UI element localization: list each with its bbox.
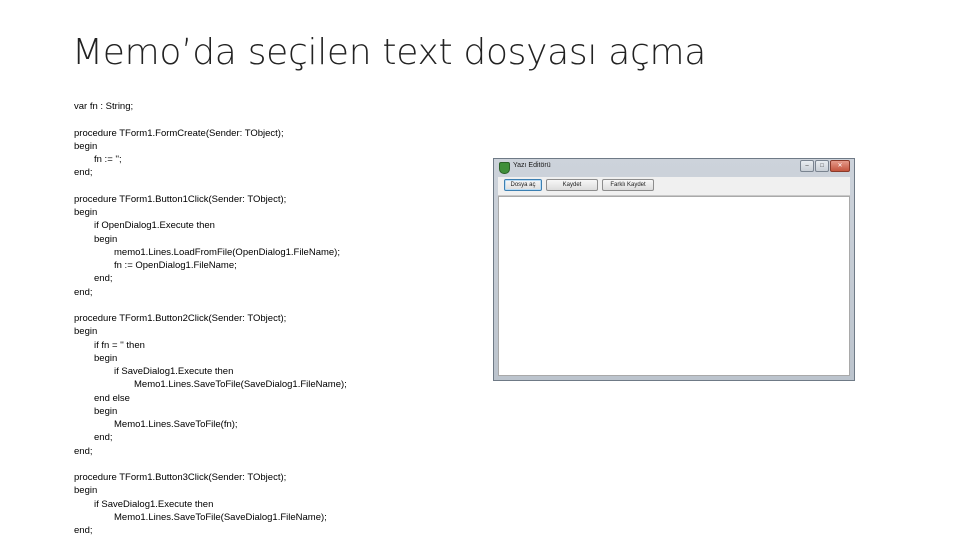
code-line: end; [74, 167, 93, 179]
code-line: end; [74, 286, 93, 298]
code-line: end; [74, 525, 93, 536]
code-line: procedure TForm1.FormCreate(Sender: TObj… [74, 127, 284, 139]
code-line: var fn : String; [74, 101, 134, 112]
code-line: end; [94, 432, 113, 444]
code-line: procedure TForm1.Button3Click(Sender: TO… [74, 472, 287, 483]
code-line: Memo1.Lines.SaveToFile(fn); [114, 419, 238, 430]
code-listing: var fn : String; procedure TForm1.FormCre… [74, 100, 347, 537]
code-line: if SaveDialog1.Execute then [94, 498, 214, 510]
memo-text-area[interactable] [498, 196, 850, 376]
window-title: Yazı Editörü [513, 162, 551, 169]
code-line: begin [94, 352, 118, 364]
code-line: begin [74, 326, 98, 338]
code-line: Memo1.Lines.SaveToFile(SaveDialog1.FileN… [134, 379, 347, 391]
code-line: procedure TForm1.Button1Click(Sender: TO… [74, 193, 287, 205]
slide-title: Memo’da seçilen text dosyası açma [72, 32, 706, 73]
code-line: fn := ''; [94, 154, 122, 165]
code-line: end; [94, 273, 113, 285]
code-line: begin [74, 140, 98, 152]
code-line: begin [94, 233, 118, 245]
open-button[interactable]: Dosya aç [504, 179, 542, 191]
code-line: end else [94, 392, 130, 404]
code-line: if fn = '' then [94, 339, 145, 351]
window-titlebar: Yazı Editörü – □ ✕ [494, 159, 854, 176]
code-line: end; [74, 445, 93, 457]
button-bar: Dosya aç Kaydet Farklı Kaydet [498, 177, 850, 196]
maximize-icon[interactable]: □ [815, 160, 829, 172]
minimize-icon[interactable]: – [800, 160, 814, 172]
save-as-button[interactable]: Farklı Kaydet [602, 179, 654, 191]
code-line: begin [74, 485, 98, 497]
code-line: if SaveDialog1.Execute then [114, 366, 234, 377]
code-line: Memo1.Lines.SaveToFile(SaveDialog1.FileN… [114, 511, 327, 523]
code-line: if OpenDialog1.Execute then [94, 220, 215, 232]
code-line: procedure TForm1.Button2Click(Sender: TO… [74, 313, 287, 324]
code-line: memo1.Lines.LoadFromFile(OpenDialog1.Fil… [114, 246, 340, 258]
code-line: fn := OpenDialog1.FileName; [114, 260, 237, 271]
code-line: begin [94, 405, 118, 417]
code-line: begin [74, 207, 98, 218]
window-controls: – □ ✕ [800, 160, 850, 172]
save-button[interactable]: Kaydet [546, 179, 598, 191]
app-icon [499, 162, 510, 174]
app-window-screenshot: Yazı Editörü – □ ✕ Dosya aç Kaydet Farkl… [493, 158, 855, 381]
close-icon[interactable]: ✕ [830, 160, 850, 172]
